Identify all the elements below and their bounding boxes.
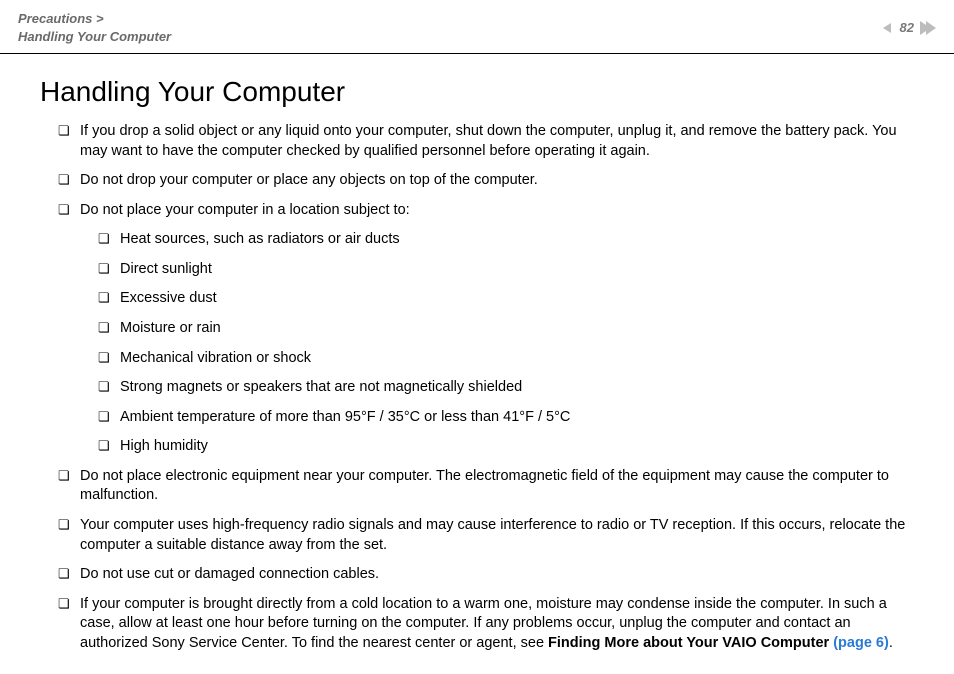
list-item-text: Strong magnets or speakers that are not …: [120, 379, 522, 395]
page-content: Handling Your Computer If you drop a sol…: [0, 54, 954, 653]
prev-page-icon[interactable]: [882, 22, 894, 34]
list-item-text: High humidity: [120, 438, 208, 454]
list-item-text: Moisture or rain: [120, 320, 221, 336]
list-item-text: Do not use cut or damaged connection cab…: [80, 566, 379, 582]
list-item-text: Your computer uses high-frequency radio …: [80, 517, 905, 553]
list-item-text: Heat sources, such as radiators or air d…: [120, 231, 400, 247]
list-item: Do not use cut or damaged connection cab…: [58, 565, 914, 585]
list-item-text: If you drop a solid object or any liquid…: [80, 123, 897, 159]
list-item-text: Do not place your computer in a location…: [80, 202, 410, 218]
list-item: Ambient temperature of more than 95°F / …: [98, 408, 914, 428]
list-item: Do not drop your computer or place any o…: [58, 171, 914, 191]
breadcrumb-current: Handling Your Computer: [18, 28, 171, 46]
list-item: Mechanical vibration or shock: [98, 349, 914, 369]
list-item: Moisture or rain: [98, 319, 914, 339]
breadcrumb-parent: Precautions >: [18, 10, 171, 28]
list-item-text: Do not place electronic equipment near y…: [80, 468, 889, 504]
list-item: High humidity: [98, 437, 914, 457]
precautions-list: If you drop a solid object or any liquid…: [40, 122, 914, 653]
list-item-text: Ambient temperature of more than 95°F / …: [120, 409, 570, 425]
pager: 82: [882, 10, 936, 35]
list-item-text: Excessive dust: [120, 290, 217, 306]
list-item: Your computer uses high-frequency radio …: [58, 516, 914, 555]
list-item: If your computer is brought directly fro…: [58, 595, 914, 654]
page-number: 82: [900, 20, 914, 35]
page-title: Handling Your Computer: [40, 76, 914, 108]
breadcrumb: Precautions > Handling Your Computer: [18, 10, 171, 45]
list-item: Strong magnets or speakers that are not …: [98, 378, 914, 398]
list-item: Do not place your computer in a location…: [58, 201, 914, 457]
list-item: If you drop a solid object or any liquid…: [58, 122, 914, 161]
list-item-text: Do not drop your computer or place any o…: [80, 172, 538, 188]
list-item-text: Mechanical vibration or shock: [120, 350, 311, 366]
page-header: Precautions > Handling Your Computer 82: [0, 0, 954, 54]
page-link[interactable]: (page 6): [833, 635, 889, 651]
list-item: Direct sunlight: [98, 260, 914, 280]
cross-reference-title: Finding More about Your VAIO Computer: [548, 635, 833, 651]
sub-list: Heat sources, such as radiators or air d…: [80, 230, 914, 457]
list-item: Excessive dust: [98, 289, 914, 309]
list-item-text: .: [889, 635, 893, 651]
next-page-icon[interactable]: [920, 21, 936, 35]
list-item-text: Direct sunlight: [120, 261, 212, 277]
list-item: Heat sources, such as radiators or air d…: [98, 230, 914, 250]
list-item: Do not place electronic equipment near y…: [58, 467, 914, 506]
